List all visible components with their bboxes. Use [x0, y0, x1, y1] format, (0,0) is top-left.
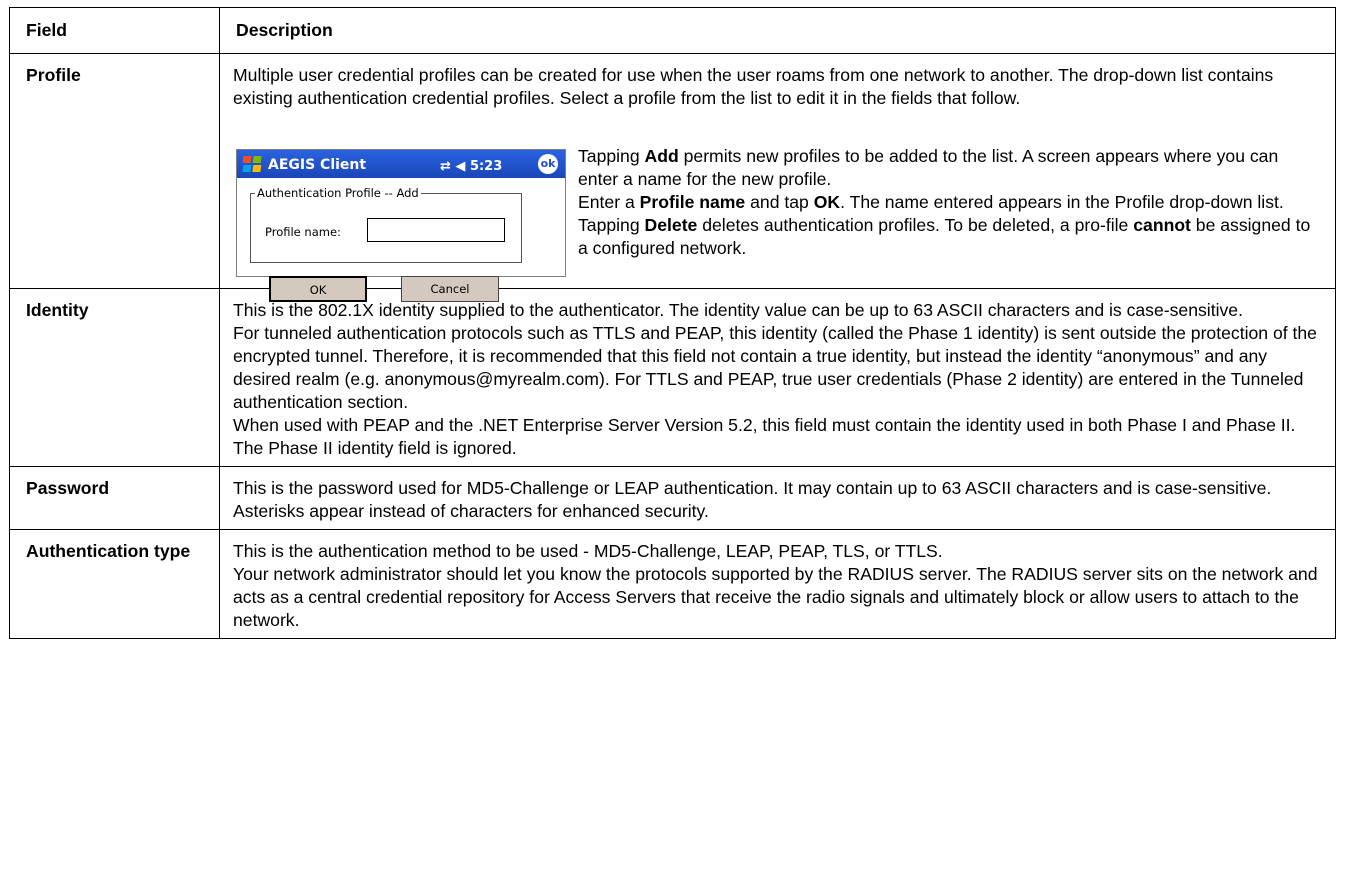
identity-paragraph: For tunneled authentication protocols su…	[233, 323, 1317, 412]
profile-name-label: Profile name:	[265, 225, 341, 239]
field-password: Password	[9, 466, 220, 530]
auth-type-paragraph: Your network administrator should let yo…	[233, 564, 1318, 630]
connectivity-volume-time-icons: ⇄ ◀ 5:23	[440, 159, 503, 174]
desc-identity: This is the 802.1X identity supplied to …	[219, 288, 1336, 467]
device-title: AEGIS Client	[268, 157, 367, 173]
identity-paragraph: When used with PEAP and the .NET Enterpr…	[233, 415, 1296, 458]
table-row-auth-type: Authentication type This is the authenti…	[9, 529, 1336, 639]
profile-intro: Multiple user credential profiles can be…	[233, 65, 1274, 108]
header-description: Description	[219, 7, 1336, 54]
header-field: Field	[9, 7, 220, 54]
device-ok-button: OK	[269, 276, 367, 302]
aegis-add-profile-screenshot: AEGIS Client ⇄ ◀ 5:23 ok Authentication …	[236, 149, 566, 302]
ok-badge-icon: ok	[538, 154, 558, 174]
desc-authentication-type: This is the authentication method to be …	[219, 529, 1336, 639]
field-authentication-type: Authentication type	[9, 529, 220, 639]
auth-profile-add-groupbox: Authentication Profile -- Add Profile na…	[250, 185, 522, 263]
field-description-table: Field Description Profile Multiple user …	[9, 7, 1336, 639]
add-instructions: Tapping Add permits new profiles to be a…	[578, 146, 1279, 189]
groupbox-label: Authentication Profile -- Add	[255, 185, 421, 201]
desc-profile: Multiple user credential profiles can be…	[219, 53, 1336, 302]
profile-description-block: Multiple user credential profiles can be…	[233, 64, 1323, 302]
field-profile: Profile	[9, 53, 220, 289]
auth-type-paragraph: This is the authentication method to be …	[233, 541, 943, 561]
table-row-profile: Profile Multiple user credential profile…	[9, 53, 1336, 302]
field-identity: Identity	[9, 288, 220, 467]
device-cancel-button: Cancel	[401, 276, 499, 302]
device-titlebar: AEGIS Client ⇄ ◀ 5:23 ok	[237, 150, 565, 178]
table-header-row: Field Description	[9, 7, 1336, 54]
table-row-password: Password This is the password used for M…	[9, 466, 1336, 530]
identity-paragraph: This is the 802.1X identity supplied to …	[233, 300, 1243, 320]
desc-password: This is the password used for MD5-Challe…	[219, 466, 1336, 530]
table-row-identity: Identity This is the 802.1X identity sup…	[9, 288, 1336, 467]
delete-instructions: Tapping Delete deletes authentication pr…	[578, 215, 1311, 258]
profile-side-text: Tapping Add permits new profiles to be a…	[578, 145, 1318, 260]
windows-start-icon	[242, 156, 262, 172]
password-paragraph: This is the password used for MD5-Challe…	[233, 478, 1272, 521]
enter-instructions: Enter a Profile name and tap OK. The nam…	[578, 192, 1284, 212]
profile-name-input	[367, 218, 505, 242]
